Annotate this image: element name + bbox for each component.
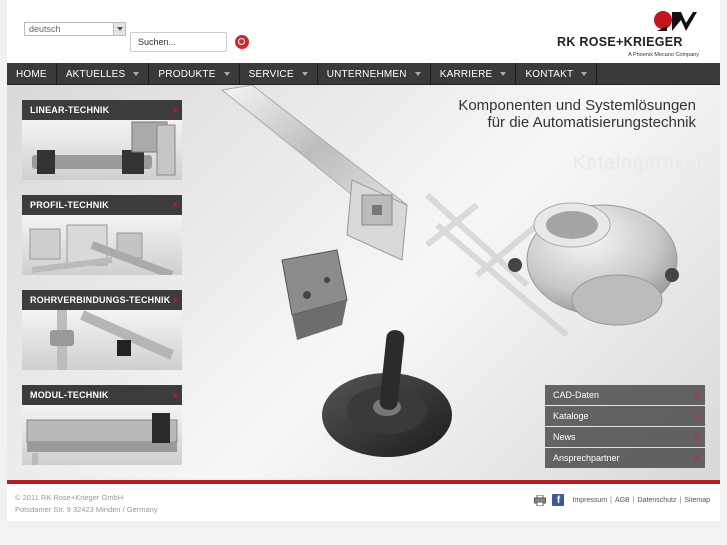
category-rohrverbindungs-technik[interactable]: ROHRVERBINDUNGS-TECHNIK xyxy=(22,290,182,370)
chevron-down-icon xyxy=(414,72,421,76)
category-image[interactable] xyxy=(22,310,182,370)
search-placeholder: Suchen... xyxy=(138,37,177,47)
hero-tagline: Komponenten und Systemlösungen für die A… xyxy=(458,97,696,131)
copyright: © 2011 RK Rose+Krieger GmbH xyxy=(15,493,124,502)
language-select[interactable]: deutsch xyxy=(24,22,126,36)
divider xyxy=(7,480,720,484)
main-nav: HOME AKTUELLES PRODUKTE SERVICE UNTERNEH… xyxy=(7,63,720,85)
tagline-line-2: für die Automatisierungstechnik xyxy=(487,114,696,131)
chevron-down-icon xyxy=(133,72,140,76)
logo[interactable]: RK ROSE+KRIEGER A Phoenix Mecano Company xyxy=(557,10,703,62)
footer-link-sitemap[interactable]: Sitemap xyxy=(684,497,710,504)
category-image[interactable] xyxy=(22,215,182,275)
nav-label: KONTAKT xyxy=(525,68,574,80)
category-header[interactable]: ROHRVERBINDUNGS-TECHNIK xyxy=(22,290,182,310)
facebook-icon[interactable]: f xyxy=(552,494,565,506)
footer-link-datenschutz[interactable]: Datenschutz xyxy=(638,497,677,504)
logo-subtext: A Phoenix Mecano Company xyxy=(628,52,699,58)
hero-watermark: Katalogartikel xyxy=(572,153,702,174)
language-value: deutsch xyxy=(29,24,61,34)
category-linear-technik[interactable]: LINEAR-TECHNIK xyxy=(22,100,182,180)
nav-label: UNTERNEHMEN xyxy=(326,68,407,80)
separator: | xyxy=(610,496,612,504)
arrow-right-icon xyxy=(174,297,178,303)
chevron-down-icon xyxy=(581,72,588,76)
link-kataloge[interactable]: Kataloge xyxy=(545,406,705,426)
arrow-right-icon xyxy=(174,392,178,398)
nav-label: SERVICE xyxy=(248,68,294,80)
logo-mark-icon xyxy=(654,11,697,31)
category-image[interactable] xyxy=(22,120,182,180)
link-news[interactable]: News xyxy=(545,427,705,447)
category-header[interactable]: PROFIL-TECHNIK xyxy=(22,195,182,215)
tagline-line-1: Komponenten und Systemlösungen xyxy=(458,97,696,114)
nav-label: KARRIERE xyxy=(439,68,493,80)
tube-connector-image xyxy=(50,310,175,370)
nav-label: HOME xyxy=(16,68,47,80)
nav-item-karriere[interactable]: KARRIERE xyxy=(431,63,517,85)
linear-actuator-image xyxy=(32,121,176,176)
link-label: Kataloge xyxy=(553,411,589,421)
aluminium-profile-image xyxy=(29,224,174,275)
address: Potsdamer Str. 9 32423 Minden / Germany xyxy=(15,505,158,514)
footer-link-agb[interactable]: AGB xyxy=(615,497,630,504)
category-modul-technik[interactable]: MODUL-TECHNIK xyxy=(22,385,182,465)
link-label: CAD-Daten xyxy=(553,390,600,400)
chevron-down-icon xyxy=(500,72,507,76)
footer-link-impressum[interactable]: Impressum xyxy=(572,497,607,504)
link-label: Ansprechpartner xyxy=(553,453,620,463)
category-image[interactable] xyxy=(22,405,182,465)
link-label: News xyxy=(553,432,576,442)
logo-text: RK ROSE+KRIEGER xyxy=(557,35,683,49)
nav-item-produkte[interactable]: PRODUKTE xyxy=(149,63,240,85)
arrow-right-icon xyxy=(695,455,699,461)
chevron-down-icon xyxy=(301,72,308,76)
category-header[interactable]: MODUL-TECHNIK xyxy=(22,385,182,405)
chevron-down-icon xyxy=(223,72,230,76)
hero-banner: Komponenten und Systemlösungen für die A… xyxy=(7,85,720,480)
arrow-right-icon xyxy=(695,434,699,440)
category-label: MODUL-TECHNIK xyxy=(30,390,109,400)
module-image xyxy=(26,413,178,465)
nav-item-aktuelles[interactable]: AKTUELLES xyxy=(57,63,150,85)
arrow-right-icon xyxy=(174,202,178,208)
nav-item-unternehmen[interactable]: UNTERNEHMEN xyxy=(318,63,431,85)
link-cad-daten[interactable]: CAD-Daten xyxy=(545,385,705,405)
page: deutsch Suchen... RK ROSE+KRIEGER A Phoe… xyxy=(7,0,720,521)
print-icon[interactable] xyxy=(534,494,547,506)
nav-item-home[interactable]: HOME xyxy=(7,63,57,85)
nav-item-kontakt[interactable]: KONTAKT xyxy=(516,63,598,85)
category-label: LINEAR-TECHNIK xyxy=(30,105,110,115)
footer-info: © 2011 RK Rose+Krieger GmbH Potsdamer St… xyxy=(15,492,158,516)
nav-label: AKTUELLES xyxy=(65,68,126,80)
arrow-right-icon xyxy=(695,413,699,419)
category-label: ROHRVERBINDUNGS-TECHNIK xyxy=(30,295,171,305)
category-header[interactable]: LINEAR-TECHNIK xyxy=(22,100,182,120)
search-input[interactable]: Suchen... xyxy=(130,32,227,52)
category-label: PROFIL-TECHNIK xyxy=(30,200,109,210)
quick-links: CAD-Daten Kataloge News Ansprechpartner xyxy=(545,385,705,469)
chevron-down-icon xyxy=(113,23,125,35)
separator: | xyxy=(632,496,635,504)
link-ansprechpartner[interactable]: Ansprechpartner xyxy=(545,448,705,468)
category-profil-technik[interactable]: PROFIL-TECHNIK xyxy=(22,195,182,275)
separator: | xyxy=(679,496,682,504)
nav-label: PRODUKTE xyxy=(158,68,216,80)
search-icon[interactable] xyxy=(235,35,249,49)
arrow-right-icon xyxy=(695,392,699,398)
arrow-right-icon xyxy=(174,107,178,113)
nav-item-service[interactable]: SERVICE xyxy=(240,63,318,85)
footer-links: f Impressum | AGB | Datenschutz | Sitema… xyxy=(534,494,710,506)
